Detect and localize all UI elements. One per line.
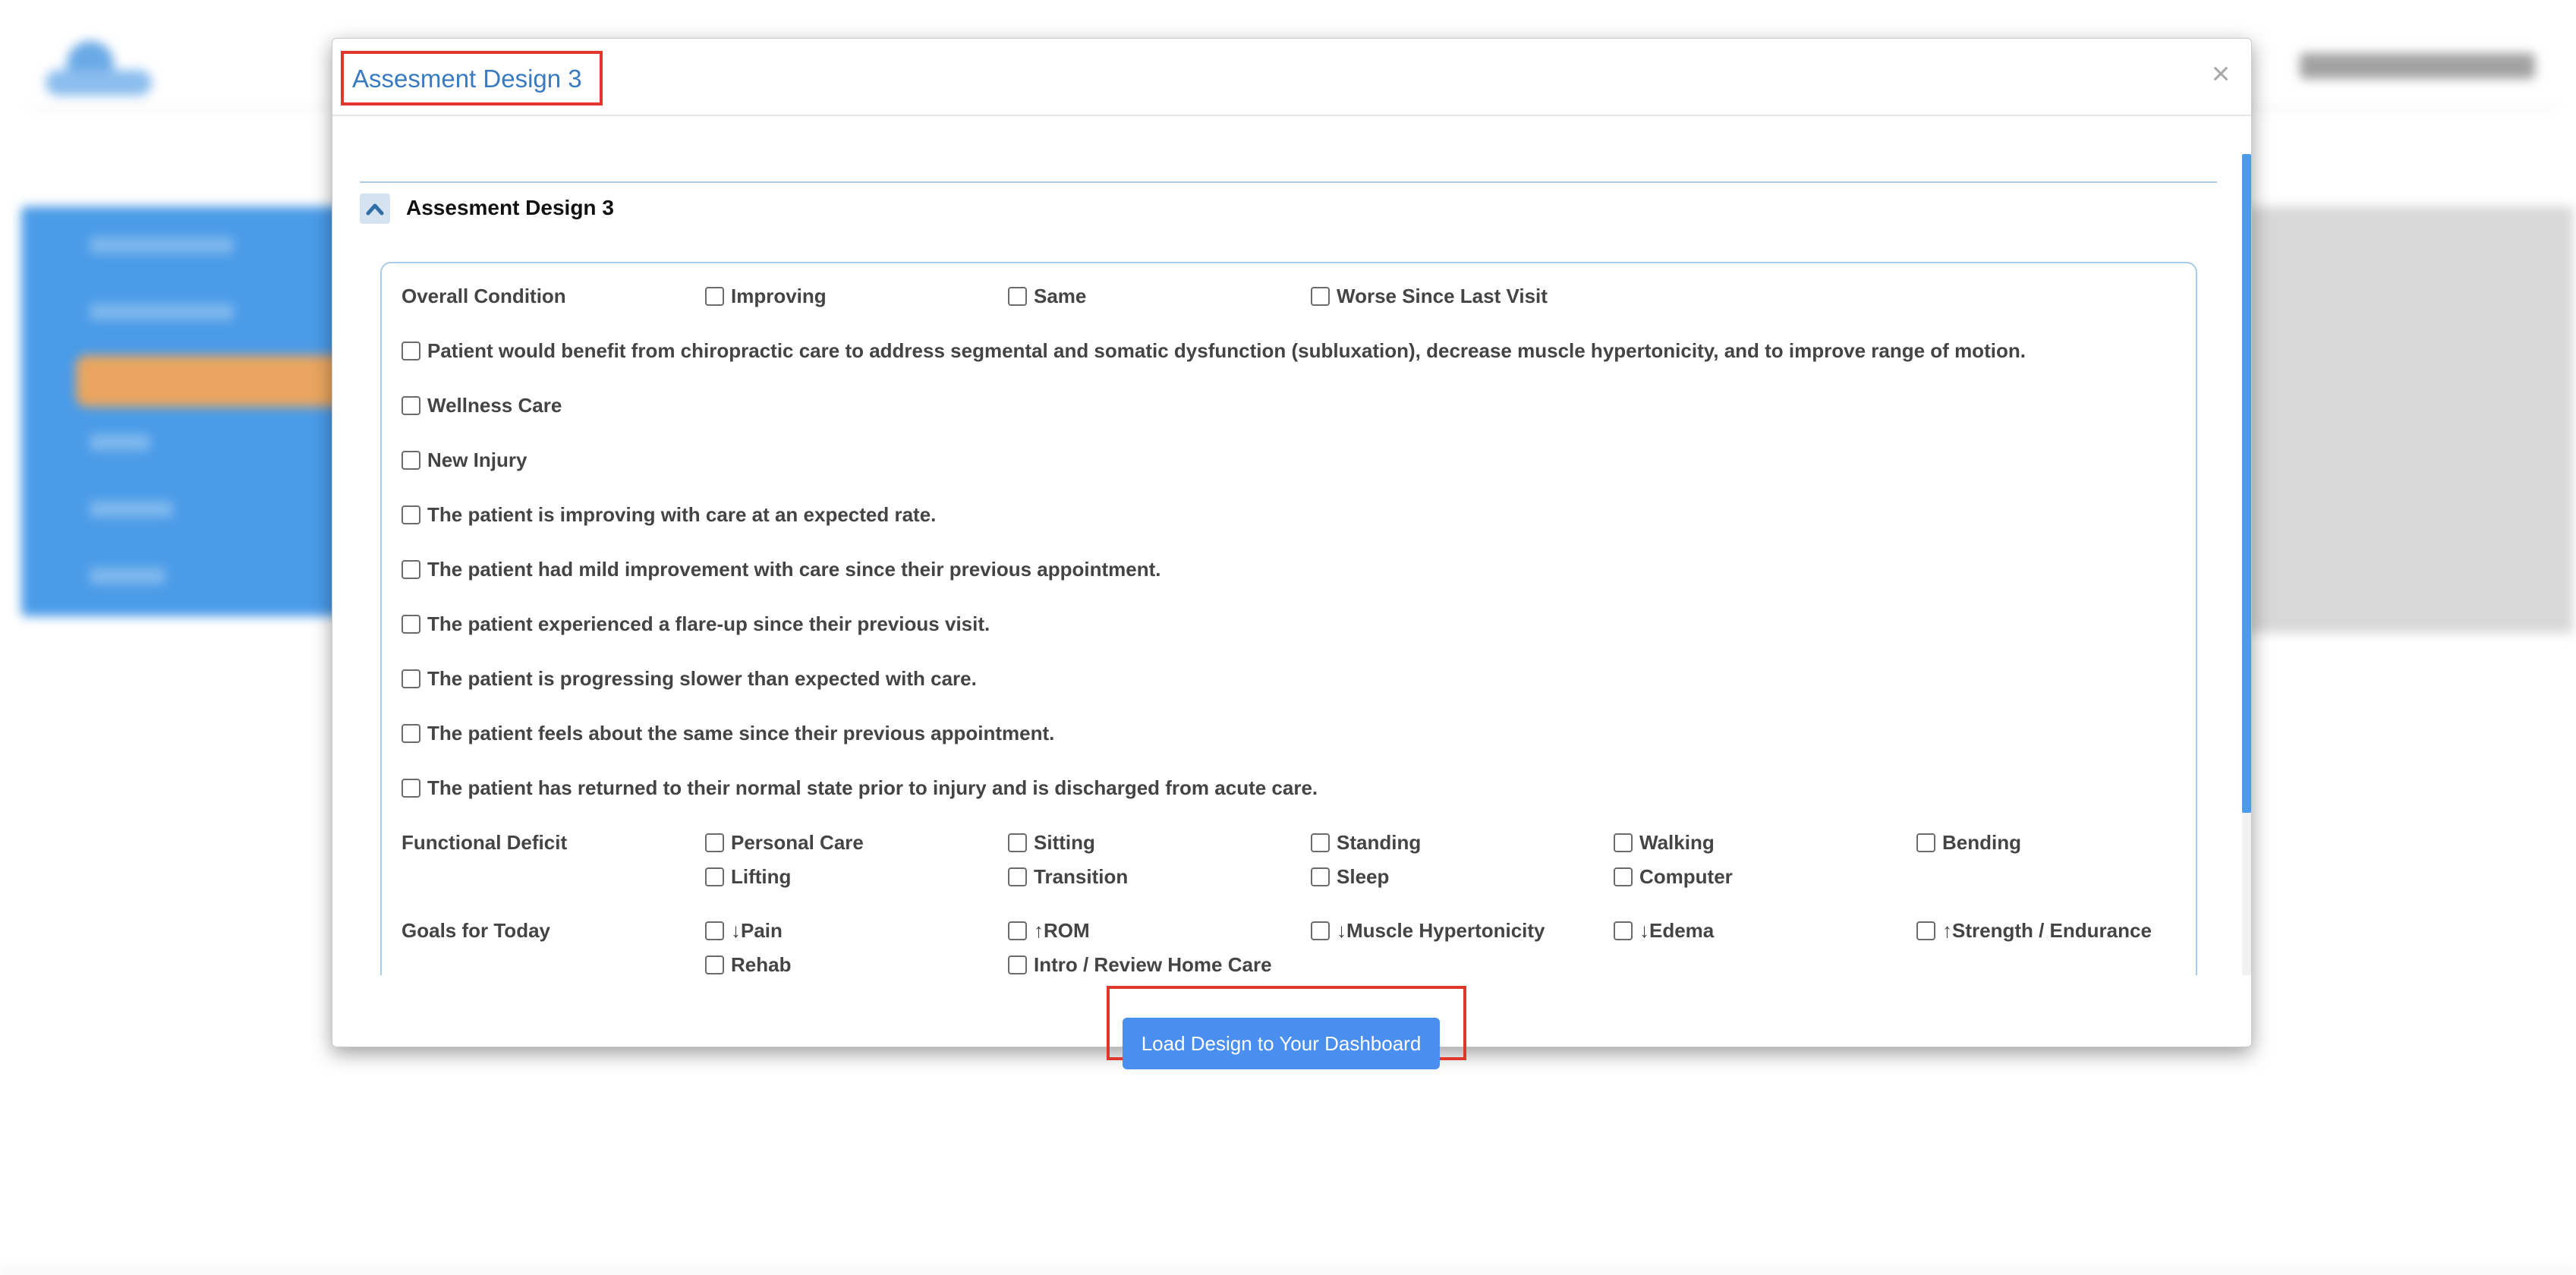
checkbox[interactable] xyxy=(402,614,420,634)
goal-home-care[interactable]: Intro / Review Home Care xyxy=(1008,953,1272,975)
collapse-button[interactable] xyxy=(360,194,390,224)
statement-improving-expected-rate[interactable]: The patient is improving with care at an… xyxy=(402,503,936,526)
checkbox[interactable] xyxy=(705,286,724,306)
checkbox[interactable] xyxy=(402,505,420,524)
checkbox[interactable] xyxy=(1311,867,1330,886)
checkbox[interactable] xyxy=(402,395,420,415)
checkbox[interactable] xyxy=(1008,955,1027,974)
statement-about-the-same[interactable]: The patient feels about the same since t… xyxy=(402,722,1054,745)
goal-pain[interactable]: ↓Pain xyxy=(705,919,783,942)
checkbox[interactable] xyxy=(402,559,420,579)
checkbox[interactable] xyxy=(1916,921,1935,940)
checkbox[interactable] xyxy=(705,867,724,886)
checkbox[interactable] xyxy=(1614,921,1633,940)
deficit-personal-care[interactable]: Personal Care xyxy=(705,831,864,854)
modal-body: Assesment Design 3 Overall Condition Imp… xyxy=(332,118,2251,975)
statement-mild-improvement[interactable]: The patient had mild improvement with ca… xyxy=(402,558,1161,581)
statement-wellness-care[interactable]: Wellness Care xyxy=(402,394,562,417)
goal-muscle-hypertonicity[interactable]: ↓Muscle Hypertonicity xyxy=(1311,919,1545,942)
background-sidebar xyxy=(21,206,378,616)
assessment-form-card: Overall Condition Improving Same Worse S… xyxy=(380,262,2197,975)
panel-heading: Assesment Design 3 xyxy=(406,196,614,219)
functional-deficit-label: Functional Deficit xyxy=(402,831,568,854)
deficit-computer[interactable]: Computer xyxy=(1614,865,1733,888)
checkbox[interactable] xyxy=(1008,867,1027,886)
checkbox[interactable] xyxy=(1614,833,1633,852)
background-right-panel xyxy=(2247,206,2573,633)
checkbox[interactable] xyxy=(1614,867,1633,886)
deficit-walking[interactable]: Walking xyxy=(1614,831,1715,854)
goal-strength-endurance[interactable]: ↑Strength / Endurance xyxy=(1916,919,2152,942)
checkbox[interactable] xyxy=(1916,833,1935,852)
goal-rom[interactable]: ↑ROM xyxy=(1008,919,1090,942)
checkbox[interactable] xyxy=(705,955,724,974)
deficit-lifting[interactable]: Lifting xyxy=(705,865,791,888)
deficit-standing[interactable]: Standing xyxy=(1311,831,1421,854)
checkbox[interactable] xyxy=(402,723,420,743)
background-footer-line xyxy=(0,1269,2576,1275)
option-same[interactable]: Same xyxy=(1008,285,1086,307)
checkbox[interactable] xyxy=(1311,833,1330,852)
checkbox[interactable] xyxy=(402,669,420,688)
checkbox[interactable] xyxy=(1311,286,1330,306)
checkbox[interactable] xyxy=(705,833,724,852)
statement-progressing-slower[interactable]: The patient is progressing slower than e… xyxy=(402,667,977,690)
checkbox[interactable] xyxy=(1311,921,1330,940)
deficit-sitting[interactable]: Sitting xyxy=(1008,831,1095,854)
goal-rehab[interactable]: Rehab xyxy=(705,953,791,975)
checkbox[interactable] xyxy=(1008,286,1027,306)
option-improving[interactable]: Improving xyxy=(705,285,827,307)
checkbox[interactable] xyxy=(705,921,724,940)
modal-title: Assesment Design 3 xyxy=(352,65,582,93)
scrollbar-thumb[interactable] xyxy=(2242,154,2251,813)
close-icon: × xyxy=(2211,55,2231,91)
assessment-design-modal: Assesment Design 3 × Assesment Design 3 … xyxy=(332,38,2252,1069)
statement-chiropractic-benefit[interactable]: Patient would benefit from chiropractic … xyxy=(402,339,2026,362)
background-dashboard-link xyxy=(2300,53,2535,79)
close-button[interactable]: × xyxy=(2206,55,2236,92)
checkbox[interactable] xyxy=(402,450,420,470)
deficit-sleep[interactable]: Sleep xyxy=(1311,865,1389,888)
checkbox[interactable] xyxy=(402,341,420,360)
statement-discharged[interactable]: The patient has returned to their normal… xyxy=(402,776,1318,799)
checkbox[interactable] xyxy=(1008,921,1027,940)
background-logo xyxy=(39,33,153,102)
modal-header: Assesment Design 3 × xyxy=(332,39,2251,116)
panel-divider xyxy=(360,181,2217,183)
checkbox[interactable] xyxy=(1008,833,1027,852)
statement-flare-up[interactable]: The patient experienced a flare-up since… xyxy=(402,612,990,635)
load-design-button[interactable]: Load Design to Your Dashboard xyxy=(1123,1018,1440,1069)
statement-new-injury[interactable]: New Injury xyxy=(402,449,527,471)
goals-for-today-label: Goals for Today xyxy=(402,919,550,942)
overall-condition-label: Overall Condition xyxy=(402,285,566,307)
checkbox[interactable] xyxy=(402,778,420,798)
goal-edema[interactable]: ↓Edema xyxy=(1614,919,1714,942)
option-worse-since-last-visit[interactable]: Worse Since Last Visit xyxy=(1311,285,1548,307)
deficit-bending[interactable]: Bending xyxy=(1916,831,2021,854)
deficit-transition[interactable]: Transition xyxy=(1008,865,1128,888)
chevron-up-icon xyxy=(366,203,384,216)
